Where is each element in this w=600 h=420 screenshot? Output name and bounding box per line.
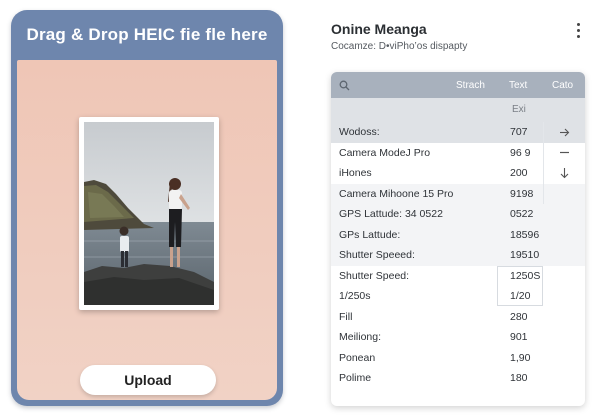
row-value: 180 xyxy=(510,372,528,384)
beach-photo-image xyxy=(84,122,214,305)
table-row[interactable]: Fill 280 xyxy=(331,307,585,328)
table-row[interactable]: Shutter Speed: 1250S xyxy=(331,265,585,306)
row-value: 280 xyxy=(510,310,528,323)
search-icon[interactable] xyxy=(331,80,357,91)
row-value: 0522 xyxy=(510,208,534,220)
row-label: Wodoss: xyxy=(339,126,380,138)
row-value: 19510 xyxy=(510,249,540,261)
more-options-icon[interactable] xyxy=(574,23,582,41)
row-label: Ponean xyxy=(339,351,376,364)
row-label: Meiliong: xyxy=(339,331,382,343)
row-value: 200 xyxy=(510,167,528,179)
table-row[interactable]: Ponean 1,90 xyxy=(331,348,585,369)
metadata-table: Strach Text Cato Exi Wodoss: 707 Camera … xyxy=(331,72,585,406)
row-label: GPS Lattude: 34 0522 xyxy=(339,208,443,220)
tab-cato[interactable]: Cato xyxy=(552,80,573,91)
heic-drop-card[interactable]: Drag & Drop HEIC fie fle here Upload xyxy=(11,10,283,406)
minus-icon[interactable] xyxy=(543,143,585,164)
table-row[interactable]: Meiliong: 901 xyxy=(331,327,585,348)
tab-text[interactable]: Text xyxy=(509,80,527,91)
row-label: Fill xyxy=(339,310,353,323)
row-value: 18596 xyxy=(510,228,540,241)
table-row[interactable]: Polime 180 xyxy=(331,368,585,389)
row-label: GPs Lattude: xyxy=(339,228,401,241)
table-row[interactable]: Camera Mihoone 15 Pro 9198 xyxy=(331,183,585,204)
row-label: Camera Mihoone 15 Pro xyxy=(339,187,454,200)
row-value: 96 9 xyxy=(510,146,531,159)
upload-button[interactable]: Upload xyxy=(80,365,216,395)
drop-zone-title: Drag & Drop HEIC fie fle here xyxy=(26,25,268,44)
table-row[interactable]: 1/250s 1/20 xyxy=(331,286,585,307)
table-row[interactable]: GPs Lattude: 18596 xyxy=(331,224,585,245)
row-label: Shutter Speeed: xyxy=(339,249,415,261)
table-row[interactable]: GPS Lattude: 34 0522 0522 xyxy=(331,204,585,225)
tab-search[interactable]: Strach xyxy=(456,80,485,91)
table-toolbar: Strach Text Cato xyxy=(331,72,585,98)
row-label: Shutter Speed: xyxy=(339,269,410,282)
row-label: iHones xyxy=(339,167,372,179)
table-row[interactable]: Shutter Speeed: 19510 xyxy=(331,245,585,266)
row-actions xyxy=(543,122,585,184)
row-value: 1250S xyxy=(510,269,541,282)
row-value: 9198 xyxy=(510,187,534,200)
row-value: 1,90 xyxy=(510,351,531,364)
row-value: 1/20 xyxy=(510,290,531,302)
panel-title: Onine Meanga xyxy=(331,21,427,37)
row-value: 901 xyxy=(510,331,528,343)
row-label: Camera ModeJ Pro xyxy=(339,146,431,159)
photo-preview xyxy=(79,117,219,310)
table-subheader: Exi xyxy=(331,98,585,122)
drop-area[interactable]: Upload xyxy=(17,60,277,400)
row-label: 1/250s xyxy=(339,290,371,302)
arrow-right-icon[interactable] xyxy=(543,122,585,143)
panel-subtitle: Cocamze: D•viPho’os dispapty xyxy=(331,41,468,52)
subheader-label: Exi xyxy=(512,104,526,115)
row-label: Polime xyxy=(339,372,372,384)
row-value: 707 xyxy=(510,126,528,138)
arrow-down-icon[interactable] xyxy=(543,163,585,184)
